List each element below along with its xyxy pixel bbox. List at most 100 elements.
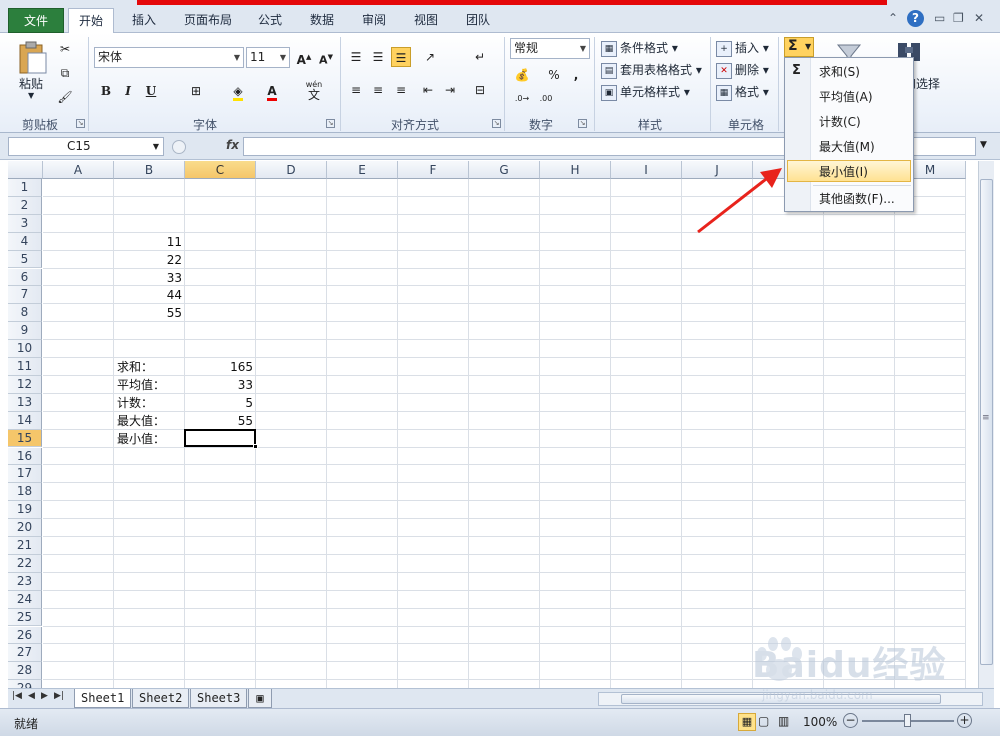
decrease-indent-icon[interactable]: ⇤	[418, 80, 438, 100]
tab-review[interactable]: 审阅	[354, 8, 394, 33]
align-right-icon[interactable]: ≡	[391, 80, 411, 100]
font-size-select[interactable]: 11 ▼	[246, 47, 290, 68]
paste-button[interactable]	[16, 39, 48, 75]
insert-function-icon[interactable]: fx	[226, 138, 239, 152]
restore-icon[interactable]: ❐	[953, 11, 964, 25]
percent-button[interactable]: %	[544, 65, 564, 85]
row-header-26[interactable]: 26	[8, 626, 42, 645]
last-sheet-icon[interactable]: ▶|	[54, 691, 64, 701]
italic-button[interactable]: I	[118, 81, 138, 101]
row-header-27[interactable]: 27	[8, 644, 42, 663]
conditional-formatting-button[interactable]: ▦ 条件格式 ▾	[601, 39, 678, 57]
column-header-c[interactable]: C	[185, 161, 256, 179]
tab-insert[interactable]: 插入	[122, 8, 166, 33]
align-bottom-icon[interactable]: ☰	[391, 47, 411, 67]
expand-formula-icon[interactable]: ▼	[980, 140, 987, 150]
normal-view-icon[interactable]: ▦	[738, 713, 756, 731]
row-header-7[interactable]: 7	[8, 286, 42, 305]
tab-team[interactable]: 团队	[458, 8, 498, 33]
sheet-tab-1[interactable]: Sheet1	[74, 689, 132, 708]
row-header-21[interactable]: 21	[8, 537, 42, 555]
menu-item-max[interactable]: 最大值(M)	[787, 136, 911, 158]
grow-font-icon[interactable]: A▲	[294, 47, 314, 67]
sheet-tab-2[interactable]: Sheet2	[132, 689, 190, 708]
tab-home[interactable]: 开始	[68, 8, 114, 34]
align-top-icon[interactable]: ☰	[346, 47, 366, 67]
row-header-8[interactable]: 8	[8, 304, 42, 323]
cell-c12[interactable]: 33	[188, 377, 253, 394]
zoom-out-icon[interactable]: −	[843, 713, 858, 728]
clipboard-launcher-icon[interactable]: ↘	[76, 119, 85, 128]
row-header-19[interactable]: 19	[8, 501, 42, 520]
cell-c11[interactable]: 165	[188, 359, 253, 376]
row-header-4[interactable]: 4	[8, 232, 42, 251]
column-header-e[interactable]: E	[327, 161, 398, 179]
borders-icon[interactable]: ⊞	[186, 81, 206, 101]
row-header-17[interactable]: 17	[8, 465, 42, 484]
insert-sheet-icon[interactable]: ▣	[248, 689, 272, 708]
tab-view[interactable]: 视图	[404, 8, 448, 33]
cell-styles-button[interactable]: ▣ 单元格样式 ▾	[601, 83, 690, 101]
phonetic-button[interactable]: wén 文	[300, 79, 328, 101]
format-cells-button[interactable]: ▦ 格式 ▾	[716, 83, 769, 101]
column-header-g[interactable]: G	[469, 161, 540, 179]
fill-color-icon[interactable]: ◈	[228, 81, 248, 101]
row-header-18[interactable]: 18	[8, 483, 42, 502]
menu-item-count[interactable]: 计数(C)	[787, 111, 911, 133]
name-box[interactable]: C15 ▼	[8, 137, 164, 156]
font-name-select[interactable]: 宋体 ▼	[94, 47, 244, 68]
increase-indent-icon[interactable]: ⇥	[440, 80, 460, 100]
page-layout-view-icon[interactable]: ▢	[758, 714, 769, 728]
number-format-select[interactable]: 常规 ▼	[510, 38, 590, 59]
column-header-a[interactable]: A	[43, 161, 114, 179]
row-header-15[interactable]: 15	[8, 429, 42, 448]
row-header-6[interactable]: 6	[8, 268, 42, 287]
row-header-13[interactable]: 13	[8, 393, 42, 412]
number-launcher-icon[interactable]: ↘	[578, 119, 587, 128]
first-sheet-icon[interactable]: |◀	[12, 691, 22, 701]
row-header-28[interactable]: 28	[8, 662, 42, 681]
row-header-20[interactable]: 20	[8, 519, 42, 537]
row-header-9[interactable]: 9	[8, 322, 42, 341]
font-launcher-icon[interactable]: ↘	[326, 119, 335, 128]
tab-data[interactable]: 数据	[300, 8, 344, 33]
alignment-launcher-icon[interactable]: ↘	[492, 119, 501, 128]
delete-cells-button[interactable]: ✕ 删除 ▾	[716, 61, 769, 79]
fill-handle[interactable]	[253, 444, 258, 450]
tab-file[interactable]: 文件	[8, 8, 64, 33]
row-header-3[interactable]: 3	[8, 214, 42, 233]
column-header-h[interactable]: H	[540, 161, 611, 179]
font-color-icon[interactable]: A	[262, 81, 282, 101]
menu-item-sum[interactable]: 求和(S)	[787, 61, 911, 83]
row-header-5[interactable]: 5	[8, 250, 42, 269]
autosum-button[interactable]: Σ ▼	[784, 37, 814, 57]
column-header-b[interactable]: B	[114, 161, 185, 179]
column-header-i[interactable]: I	[611, 161, 682, 179]
row-header-10[interactable]: 10	[8, 340, 42, 358]
page-break-view-icon[interactable]: ▥	[778, 714, 789, 728]
cell-b7[interactable]: 44	[117, 287, 182, 304]
row-header-24[interactable]: 24	[8, 590, 42, 609]
bold-button[interactable]: B	[96, 81, 116, 101]
row-header-29[interactable]: 29	[8, 680, 42, 688]
insert-cells-button[interactable]: + 插入 ▾	[716, 39, 769, 57]
format-painter-icon[interactable]: 🖌	[55, 87, 75, 107]
sheet-tab-3[interactable]: Sheet3	[190, 689, 248, 708]
cell-b5[interactable]: 22	[117, 252, 182, 269]
cell-b8[interactable]: 55	[117, 305, 182, 322]
cell-c13[interactable]: 5	[188, 395, 253, 412]
vertical-scrollbar[interactable]: ≡	[978, 161, 994, 688]
increase-decimal-icon[interactable]: .0→	[512, 89, 532, 109]
row-header-25[interactable]: 25	[8, 608, 42, 627]
comma-button[interactable]: ,	[566, 65, 586, 85]
merge-center-icon[interactable]: ⊟	[470, 80, 490, 100]
row-header-16[interactable]: 16	[8, 447, 42, 466]
row-header-11[interactable]: 11	[8, 358, 42, 376]
cell-b6[interactable]: 33	[117, 270, 182, 287]
tab-page-layout[interactable]: 页面布局	[176, 8, 240, 33]
row-header-22[interactable]: 22	[8, 554, 42, 573]
menu-item-average[interactable]: 平均值(A)	[787, 86, 911, 108]
copy-icon[interactable]: ⧉	[55, 63, 75, 83]
align-middle-icon[interactable]: ☰	[368, 47, 388, 67]
cell-b4[interactable]: 11	[117, 234, 182, 251]
